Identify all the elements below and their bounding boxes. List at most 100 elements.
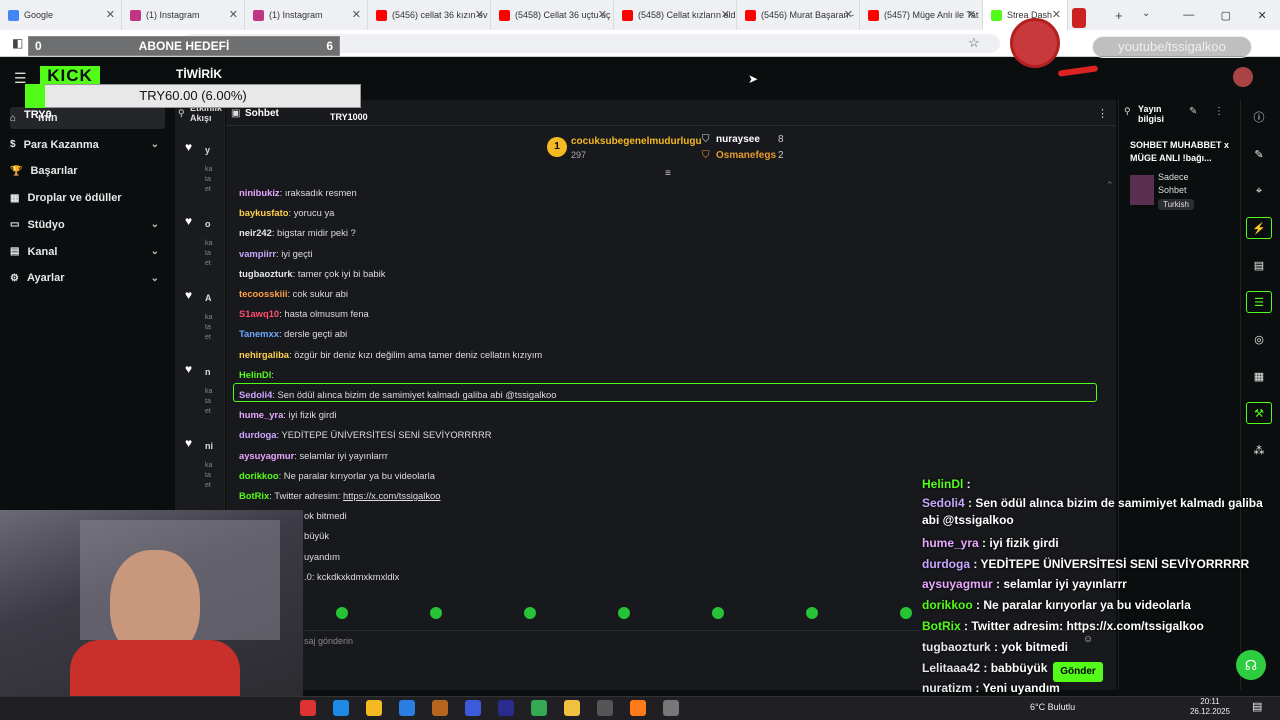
sidebar-item[interactable]: 🏆 Başarılar [10, 160, 165, 182]
chevron-down-icon[interactable]: ⌄ [151, 219, 159, 230]
collapse-icon[interactable]: ≡ [665, 168, 671, 179]
chevron-down-icon[interactable]: ⌄ [151, 246, 159, 257]
overlay-username: nuratizm [922, 681, 973, 696]
weather-widget[interactable]: 6°C Bulutlu [1030, 702, 1075, 712]
broadcast-icon[interactable]: ◎ [1246, 328, 1272, 350]
explorer-icon[interactable] [564, 700, 580, 716]
chat-username[interactable]: nehirgaliba [239, 349, 289, 360]
leader-name-3[interactable]: Osmanefegs [716, 150, 776, 161]
chat-username[interactable]: aysuyagmur [239, 450, 294, 461]
browser-tab[interactable]: (5458) Cellat 36 uçtu uç ✕ [491, 0, 614, 30]
tab-favicon-icon [376, 9, 387, 21]
emote-icon[interactable] [806, 607, 818, 619]
emote-icon[interactable] [618, 607, 630, 619]
chat-username[interactable]: durdoga [239, 429, 277, 440]
chat-username[interactable]: S1awq10 [239, 308, 279, 319]
info-icon[interactable]: ⓘ [1246, 106, 1272, 128]
sidebar-item[interactable]: ▭ Stüdyo ⌄ [10, 214, 165, 236]
chat-username[interactable]: baykusfato [239, 207, 289, 218]
app-icon[interactable] [465, 700, 481, 716]
chat-username[interactable]: Sedoli4 [239, 389, 272, 400]
chat-username[interactable]: tugbaozturk [239, 268, 293, 279]
star-icon[interactable]: ☆ [968, 35, 980, 51]
close-tab-icon[interactable]: ✕ [106, 8, 115, 21]
kick-logo[interactable]: KICK [40, 66, 100, 86]
browser-tab[interactable]: (5456) cellat 36 kızın ev ✕ [368, 0, 491, 30]
scroll-up-icon[interactable]: ⌃ [1106, 180, 1114, 191]
emote-icon[interactable] [336, 607, 348, 619]
edit-icon[interactable]: ✎ [1246, 143, 1272, 165]
premiere-icon[interactable] [498, 700, 514, 716]
chat-icon[interactable]: ☰ [1246, 291, 1272, 313]
bolt-icon[interactable]: ⚡ [1246, 217, 1272, 239]
overlay-username: aysuyagmur [922, 577, 993, 592]
chat-username[interactable]: neir242 [239, 227, 272, 238]
chat-bubble-icon[interactable]: ☊ [1236, 650, 1266, 680]
chat-username[interactable]: vampiirr [239, 248, 276, 259]
close-tab-icon[interactable]: ✕ [1052, 8, 1061, 21]
chevron-down-icon[interactable]: ⌄ [1142, 8, 1150, 19]
close-tab-icon[interactable]: ✕ [598, 8, 607, 21]
chat-username[interactable]: BotRix [239, 490, 269, 501]
avatar[interactable] [1233, 67, 1253, 87]
chevron-down-icon[interactable]: ⌄ [151, 139, 159, 150]
close-tab-icon[interactable]: ✕ [721, 8, 730, 21]
sidebar-item[interactable]: ⚙ Ayarlar ⌄ [10, 267, 165, 289]
sidebar-item[interactable]: ▤ Kanal ⌄ [10, 241, 165, 263]
close-tab-icon[interactable]: ✕ [967, 8, 976, 21]
browser-tab[interactable]: (1) Instagram ✕ [245, 0, 368, 30]
back-icon[interactable]: ◧ [12, 36, 23, 50]
chat-username[interactable]: tecoosskiii [239, 288, 287, 299]
chat-username[interactable]: Tanemxx [239, 328, 279, 339]
minimize-icon[interactable]: — [1183, 9, 1194, 21]
browser-tab[interactable]: (5456) Murat Başaran - ✕ [737, 0, 860, 30]
close-window-icon[interactable]: ✕ [1258, 9, 1267, 22]
firefox-icon[interactable] [630, 700, 646, 716]
close-tab-icon[interactable]: ✕ [475, 8, 484, 21]
close-tab-icon[interactable]: ✕ [844, 8, 853, 21]
more-icon[interactable]: ⋮ [1214, 106, 1224, 117]
leader-name-2[interactable]: nuraysee [716, 134, 760, 145]
store-icon[interactable] [366, 700, 382, 716]
mail-icon[interactable] [399, 700, 415, 716]
chat-link[interactable]: https://x.com/tssigalkoo [343, 490, 440, 501]
document-icon[interactable]: ▤ [1246, 254, 1272, 276]
emote-icon[interactable] [900, 607, 912, 619]
chat-username[interactable]: dorikkoo [239, 470, 279, 481]
browser-tab[interactable]: (5457) Müge Anlı ile Tat ✕ [860, 0, 983, 30]
browser-tab[interactable]: Google ✕ [0, 0, 122, 30]
close-tab-icon[interactable]: ✕ [352, 8, 361, 21]
sidebar-item[interactable]: $ Para Kazanma ⌄ [10, 134, 165, 156]
maximize-icon[interactable]: ▢ [1221, 9, 1231, 22]
sidebar-item[interactable]: ▦ Droplar ve ödüller [10, 187, 165, 209]
app-icon[interactable] [663, 700, 679, 716]
app-icon[interactable] [300, 700, 316, 716]
edit-icon[interactable]: ✎ [1189, 106, 1197, 117]
category-name[interactable]: Sadece Sohbet [1158, 171, 1218, 197]
chat-username[interactable]: ninibukiz [239, 187, 280, 198]
notification-icon[interactable]: ▤ [1252, 700, 1262, 713]
chat-username[interactable]: HelinDl [239, 369, 271, 380]
emote-icon[interactable] [524, 607, 536, 619]
chat-username[interactable]: hume_yra [239, 409, 283, 420]
chrome-icon[interactable] [531, 700, 547, 716]
folder-icon[interactable] [432, 700, 448, 716]
edge-icon[interactable] [333, 700, 349, 716]
share-icon[interactable]: ⁂ [1246, 439, 1272, 461]
chevron-down-icon[interactable]: ⌄ [151, 273, 159, 284]
target-icon[interactable]: ⌖ [1246, 180, 1272, 202]
clock[interactable]: 20:11 26.12.2025 [1190, 697, 1230, 717]
emote-icon[interactable] [430, 607, 442, 619]
obs-icon[interactable] [597, 700, 613, 716]
emote-icon[interactable] [712, 607, 724, 619]
browser-tab[interactable]: (5458) Cellat kızların eld ✕ [614, 0, 737, 30]
chat-message: .0: kckdkxkdmxkmxldlx [304, 571, 399, 582]
leader-name[interactable]: cocuksubegenelmudurlugu [571, 136, 702, 147]
leader-count: 297 [571, 150, 587, 160]
new-tab-icon[interactable]: + [1115, 8, 1123, 23]
layout-icon[interactable]: ▦ [1246, 365, 1272, 387]
more-icon[interactable]: ⋮ [1097, 107, 1108, 120]
wrench-icon[interactable]: ⚒ [1246, 402, 1272, 424]
close-tab-icon[interactable]: ✕ [229, 8, 238, 21]
browser-tab[interactable]: (1) Instagram ✕ [122, 0, 245, 30]
